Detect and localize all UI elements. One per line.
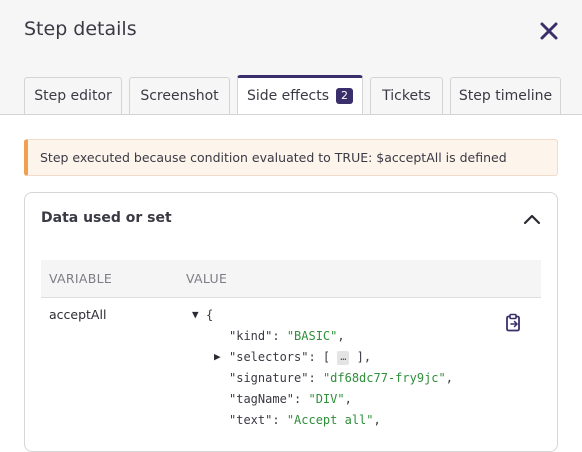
alert-text: Step executed because condition evaluate… — [40, 150, 507, 165]
triangle-down-icon[interactable]: ▼ — [192, 308, 199, 321]
tab-label: Side effects — [246, 88, 330, 104]
tab-side-effects[interactable]: Side effects 2 — [237, 75, 363, 114]
chevron-up-icon[interactable] — [522, 210, 542, 230]
close-icon[interactable] — [536, 18, 562, 44]
clipboard-icon[interactable] — [505, 313, 523, 333]
json-open-brace: { — [206, 308, 214, 322]
column-header-value: VALUE — [186, 271, 228, 286]
variable-name: acceptAll — [49, 307, 107, 322]
json-key: "tagName" — [229, 392, 295, 406]
table-header: VARIABLE VALUE — [41, 260, 541, 298]
tab-step-editor[interactable]: Step editor — [24, 77, 122, 114]
tab-label: Screenshot — [140, 88, 219, 104]
column-header-variable: VARIABLE — [49, 271, 113, 286]
data-used-panel: Data used or set VARIABLE VALUE acceptAl… — [24, 192, 558, 452]
modal-title: Step details — [24, 18, 137, 40]
collapsed-array[interactable]: … — [337, 351, 350, 365]
json-value: "df68dc77-fry9jc" — [322, 371, 446, 385]
json-key: "signature" — [229, 371, 309, 385]
json-entry: "text": "Accept all", — [229, 413, 381, 427]
json-value: "Accept all" — [286, 413, 374, 427]
json-value: "DIV" — [308, 392, 345, 406]
tab-screenshot[interactable]: Screenshot — [129, 77, 230, 114]
tab-step-timeline[interactable]: Step timeline — [450, 77, 561, 114]
json-entry: "tagName": "DIV", — [229, 392, 352, 406]
json-entry: "kind": "BASIC", — [229, 329, 345, 343]
json-key: "text" — [229, 413, 273, 427]
tab-label: Tickets — [382, 88, 431, 104]
json-entry: "signature": "df68dc77-fry9jc", — [229, 371, 453, 385]
json-value: "BASIC" — [286, 329, 338, 343]
condition-alert: Step executed because condition evaluate… — [24, 139, 558, 176]
tab-divider — [0, 114, 582, 115]
tab-label: Step editor — [34, 88, 112, 104]
tab-label: Step timeline — [458, 88, 553, 104]
modal-header: Step details Step editor Screenshot Side… — [0, 0, 582, 115]
count-badge: 2 — [336, 88, 354, 104]
json-key: "selectors" — [229, 350, 309, 364]
json-entry: "selectors": [ … ], — [229, 350, 372, 365]
triangle-right-icon[interactable]: ▶ — [214, 350, 221, 363]
json-key: "kind" — [229, 329, 273, 343]
panel-title: Data used or set — [41, 210, 172, 226]
tab-tickets[interactable]: Tickets — [370, 77, 443, 114]
